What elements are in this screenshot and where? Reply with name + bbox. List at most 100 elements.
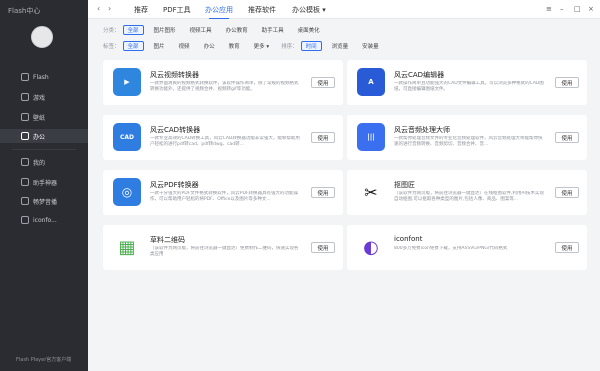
sort-label: 排序： (281, 44, 298, 50)
sidebar-item-label: 游戏 (33, 94, 46, 102)
close-icon[interactable]: × (588, 5, 594, 13)
sidebar-item-label: 办公 (33, 133, 46, 141)
sidebar: Flash中心 Flash 游戏 壁纸 办公 我的 助手神器 畅梦音播 icon… (0, 0, 88, 371)
topbar: ‹ › 推荐 PDF工具 办公应用 推荐软件 办公模板 ▾ ≡ – □ × (88, 0, 600, 19)
tab-recommend[interactable]: 推荐 (134, 5, 148, 15)
iconfont-logo-icon: ◐ (357, 233, 385, 261)
sidebar-item-assistant[interactable]: 助手神器 (0, 175, 88, 189)
app-card-desc: 一款界面清爽的视频格式转换软件，该软件操作简单，除了常规的视频格式转换功能外，还… (150, 81, 299, 92)
tag-filter: 标签： 全部 图片 视频 办公 教育 更多 ▾ 排序： 时间 浏览量 安装量 (103, 41, 389, 51)
use-button[interactable]: 使用 (555, 187, 579, 198)
tab-office-templates[interactable]: 办公模板 ▾ (292, 5, 326, 15)
use-button[interactable]: 使用 (555, 77, 579, 88)
app-title: Flash中心 (8, 7, 41, 15)
tag-chip[interactable]: 视频 (175, 41, 194, 51)
sidebar-item-iconfont[interactable]: iconfo... (0, 213, 88, 227)
sort-chip[interactable]: 安装量 (358, 41, 383, 51)
sort-chip[interactable]: 浏览量 (328, 41, 353, 51)
tag-chip[interactable]: 教育 (225, 41, 244, 51)
sidebar-item-flash[interactable]: Flash (0, 70, 88, 84)
category-chip[interactable]: 桌面美化 (294, 25, 324, 35)
sidebar-item-games[interactable]: 游戏 (0, 90, 88, 104)
sidebar-item-label: 壁纸 (33, 114, 46, 122)
scissors-icon: ✂ (357, 178, 385, 206)
pdf-converter-icon: ◎ (113, 178, 141, 206)
app-card-desc: （该软件为网页版，将前往浏览器一键直达）免费制作二维码，快速实现各类应用 (150, 246, 299, 257)
user-icon (21, 158, 29, 166)
category-chip[interactable]: 图片图形 (150, 25, 180, 35)
tag-chip[interactable]: 全部 (122, 41, 144, 51)
minimize-icon[interactable]: – (560, 5, 564, 13)
tag-chip-more[interactable]: 更多 ▾ (250, 41, 274, 51)
tag-chip[interactable]: 图片 (150, 41, 169, 51)
use-button[interactable]: 使用 (555, 242, 579, 253)
app-card: A 风云CAD编辑器 一款操作简单且功能强大的CAD文件编辑工具，可以浏览多种格… (347, 60, 587, 105)
sidebar-item-label: 我的 (33, 159, 46, 167)
sidebar-item-mine[interactable]: 我的 (0, 155, 88, 169)
menu-icon[interactable]: ≡ (546, 5, 552, 13)
back-arrow-icon[interactable]: ‹ (97, 4, 100, 13)
use-button[interactable]: 使用 (311, 77, 335, 88)
sidebar-item-office[interactable]: 办公 (0, 129, 88, 143)
use-button[interactable]: 使用 (311, 132, 335, 143)
app-card-title: 风云CAD转换器 (150, 126, 201, 134)
gamepad-icon (21, 93, 29, 101)
sort-chip[interactable]: 时间 (300, 41, 322, 51)
video-converter-icon: ▶ (113, 68, 141, 96)
app-card: ✂ 抠图匠 （该软件为网页版，将前往浏览器一键直达）在线抠图软件,利用AI技术实… (347, 170, 587, 215)
forward-arrow-icon[interactable]: › (108, 4, 111, 13)
app-card: ▦ 草料二维码 （该软件为网页版，将前往浏览器一键直达）免费制作二维码，快速实现… (103, 225, 343, 270)
sidebar-footer: Flash Player官方客户端 (16, 357, 72, 363)
sidebar-item-label: 畅梦音播 (33, 198, 58, 206)
use-button[interactable]: 使用 (311, 187, 335, 198)
tag-filter-label: 标签： (103, 44, 120, 50)
palette-icon (21, 216, 29, 224)
sidebar-item-label: Flash (33, 73, 49, 81)
category-chip[interactable]: 全部 (122, 25, 144, 35)
audio-wave-icon: ||| (357, 123, 385, 151)
avatar[interactable] (31, 26, 53, 48)
use-button[interactable]: 使用 (555, 132, 579, 143)
category-filter: 分类： 全部 图片图形 视频工具 办公教育 助手工具 桌面美化 (103, 25, 330, 35)
qrcode-icon: ▦ (113, 233, 141, 261)
music-icon (21, 197, 29, 205)
use-button[interactable]: 使用 (311, 242, 335, 253)
app-card-title: 风云音频处理大师 (394, 126, 450, 134)
category-chip[interactable]: 视频工具 (186, 25, 216, 35)
tab-office-apps[interactable]: 办公应用 (205, 5, 233, 19)
app-card-title: 风云CAD编辑器 (394, 71, 445, 79)
app-card-desc: 一款十分强大的PDF文件格式转换软件，风云PDF转换器具有强大的功能操作，可以帮… (150, 191, 299, 202)
app-card-desc: （该软件为网页版，将前往浏览器一键直达）在线抠图软件,利用AI技术实现自动抠图,… (394, 191, 544, 202)
app-card-title: 草料二维码 (150, 236, 185, 244)
app-card-desc: 一款专业高效的CAD转换工具，风云CAD转换器功能非常强大，能够帮助用户轻松的进… (150, 136, 300, 147)
image-icon (21, 113, 29, 121)
sidebar-item-wallpaper[interactable]: 壁纸 (0, 110, 88, 124)
sidebar-item-label: 助手神器 (33, 179, 58, 187)
app-card: CAD 风云CAD转换器 一款专业高效的CAD转换工具，风云CAD转换器功能非常… (103, 115, 343, 160)
category-filter-label: 分类： (103, 28, 120, 34)
app-card: ▶ 风云视频转换器 一款界面清爽的视频格式转换软件，该软件操作简单，除了常规的视… (103, 60, 343, 105)
tab-pdf-tools[interactable]: PDF工具 (163, 5, 191, 15)
sidebar-item-label: iconfo... (33, 216, 57, 224)
app-card-desc: 一款操作简单且功能强大的CAD文件编辑工具，可以浏览多种格式的CAD图纸，可直接… (394, 81, 544, 92)
sidebar-divider (12, 149, 76, 150)
maximize-icon[interactable]: □ (574, 5, 581, 13)
app-card-desc: 一款帮你处理音频文件的专业化音频处理软件，风云音频处理大师能帮你快速的进行音频转… (394, 136, 543, 147)
app-card: ◎ 风云PDF转换器 一款十分强大的PDF文件格式转换软件，风云PDF转换器具有… (103, 170, 343, 215)
briefcase-icon (21, 132, 29, 140)
tab-recommended-software[interactable]: 推荐软件 (248, 5, 276, 15)
app-card-desc: 800多万免费icon免费下载，支持AI/SVG/PNG/代码格式 (394, 246, 508, 251)
app-card-title: iconfont (394, 235, 423, 243)
sidebar-item-music[interactable]: 畅梦音播 (0, 194, 88, 208)
app-card-title: 风云视频转换器 (150, 71, 199, 79)
category-chip[interactable]: 助手工具 (258, 25, 288, 35)
play-icon (21, 73, 29, 81)
category-chip[interactable]: 办公教育 (222, 25, 252, 35)
robot-icon (21, 178, 29, 186)
app-card: ◐ iconfont 800多万免费icon免费下载，支持AI/SVG/PNG/… (347, 225, 587, 270)
app-card-title: 风云PDF转换器 (150, 181, 199, 189)
app-card-title: 抠图匠 (394, 181, 415, 189)
tag-chip[interactable]: 办公 (200, 41, 219, 51)
cad-converter-icon: CAD (113, 123, 141, 151)
cad-editor-icon: A (357, 68, 385, 96)
